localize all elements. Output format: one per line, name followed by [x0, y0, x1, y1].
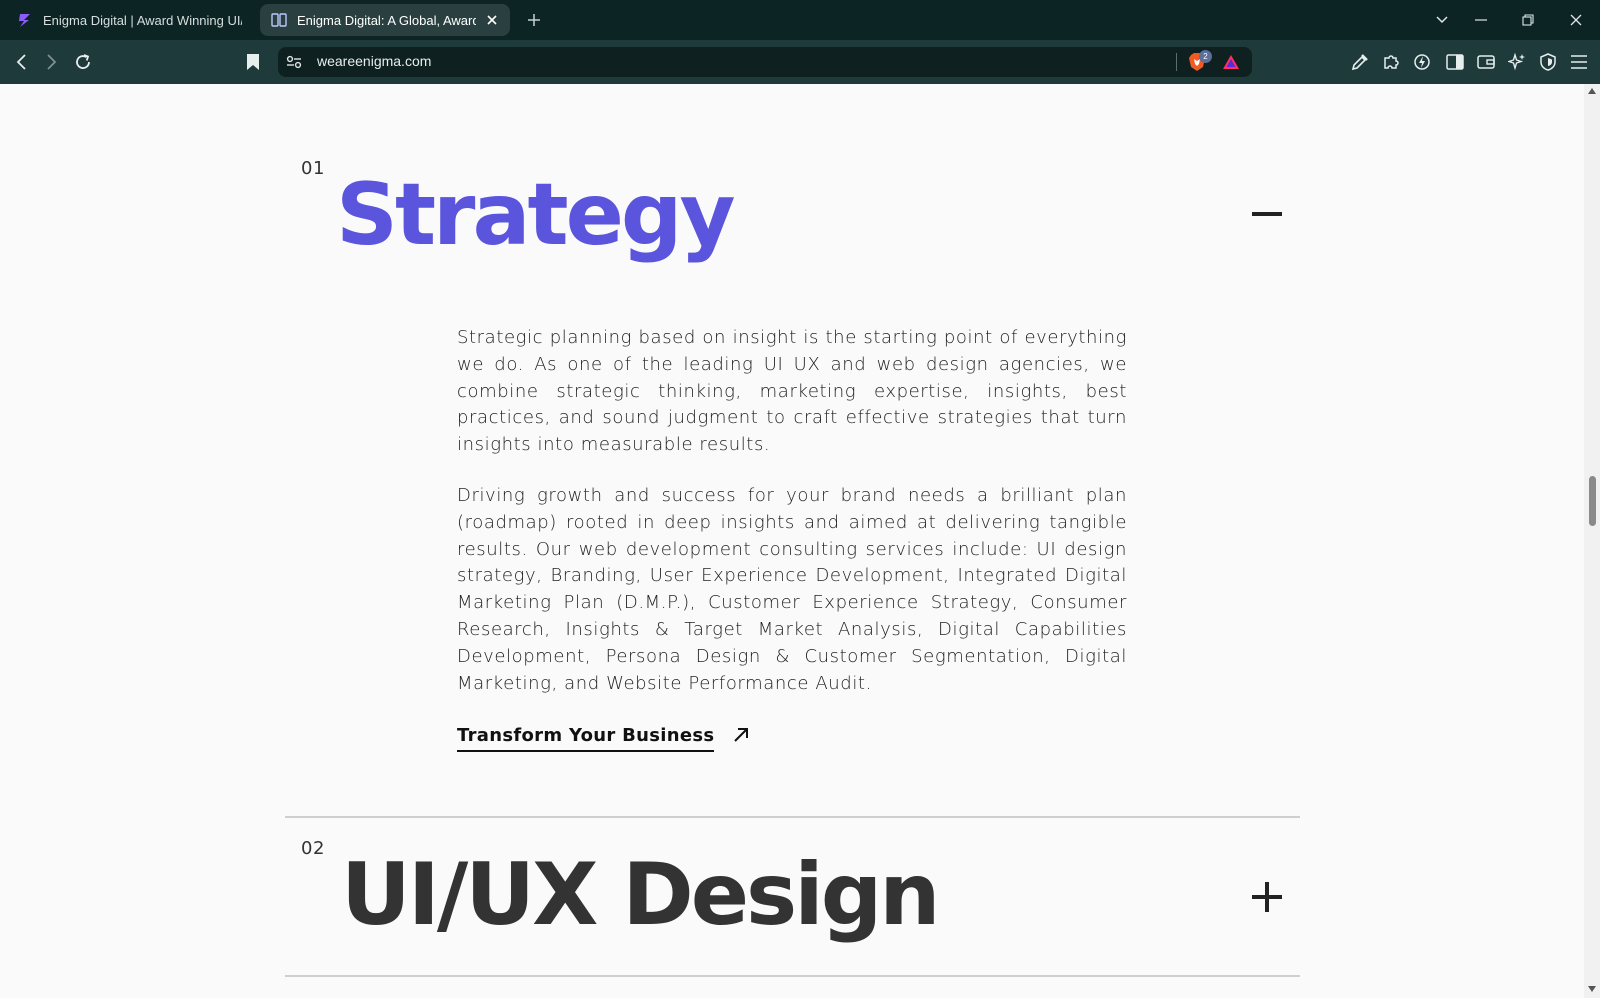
enigma-bolt-icon	[16, 11, 34, 29]
section-paragraph: Strategic planning based on insight is t…	[457, 327, 1127, 456]
section-divider	[285, 975, 1300, 977]
expand-plus-icon-vertical[interactable]	[1265, 882, 1269, 912]
tab-enigma-award[interactable]: Enigma Digital | Award Winning UI/U	[6, 4, 252, 36]
section-number: 02	[301, 838, 325, 859]
section-number: 01	[301, 158, 325, 179]
scroll-down-arrow-icon[interactable]	[1588, 986, 1596, 992]
new-tab-icon[interactable]	[524, 10, 544, 30]
section-title-uiux-design[interactable]: UI/UX Design	[341, 852, 940, 938]
close-tab-icon[interactable]	[484, 12, 500, 28]
menu-icon[interactable]	[1568, 51, 1590, 73]
minimize-icon[interactable]	[1471, 10, 1491, 30]
arrow-up-right-icon[interactable]	[732, 726, 752, 746]
tab-title: Enigma Digital | Award Winning UI/U	[43, 12, 242, 28]
vpn-shield-icon[interactable]	[1537, 51, 1559, 73]
tab-title: Enigma Digital: A Global, Award-	[297, 12, 476, 28]
reload-icon[interactable]	[72, 51, 94, 73]
url-text[interactable]: weareenigma.com	[317, 53, 431, 69]
leo-ai-icon[interactable]	[1506, 51, 1528, 73]
scrollbar-thumb[interactable]	[1589, 476, 1596, 526]
page-scrollbar[interactable]	[1584, 84, 1600, 998]
transform-business-link[interactable]: Transform Your Business	[457, 725, 715, 752]
sidebar-toggle-icon[interactable]	[1444, 51, 1466, 73]
tab-bar: Enigma Digital | Award Winning UI/U Enig…	[0, 0, 1600, 40]
tab-enigma-global[interactable]: Enigma Digital: A Global, Award-	[260, 4, 510, 36]
extensions-icon[interactable]	[1380, 51, 1402, 73]
back-icon[interactable]	[10, 51, 32, 73]
url-divider	[1176, 53, 1177, 71]
section-divider	[285, 816, 1300, 818]
site-settings-icon[interactable]	[283, 51, 305, 73]
tab-search-chevron-icon[interactable]	[1432, 10, 1452, 30]
shields-count-badge: 2	[1199, 50, 1212, 63]
scroll-up-arrow-icon[interactable]	[1588, 88, 1596, 94]
wallet-icon[interactable]	[1475, 51, 1497, 73]
forward-icon[interactable]	[41, 51, 63, 73]
brave-rewards-icon[interactable]	[1220, 51, 1242, 73]
collapse-minus-icon[interactable]	[1252, 212, 1282, 216]
restore-icon[interactable]	[1518, 10, 1538, 30]
bookmark-icon[interactable]	[242, 51, 264, 73]
section-title-strategy[interactable]: Strategy	[336, 172, 736, 258]
close-window-icon[interactable]	[1566, 10, 1586, 30]
reader-mode-icon	[270, 11, 288, 29]
eyedropper-icon[interactable]	[1349, 51, 1371, 73]
section-paragraph: Driving growth and success for your bran…	[457, 485, 1127, 694]
speedreader-icon[interactable]	[1411, 51, 1433, 73]
